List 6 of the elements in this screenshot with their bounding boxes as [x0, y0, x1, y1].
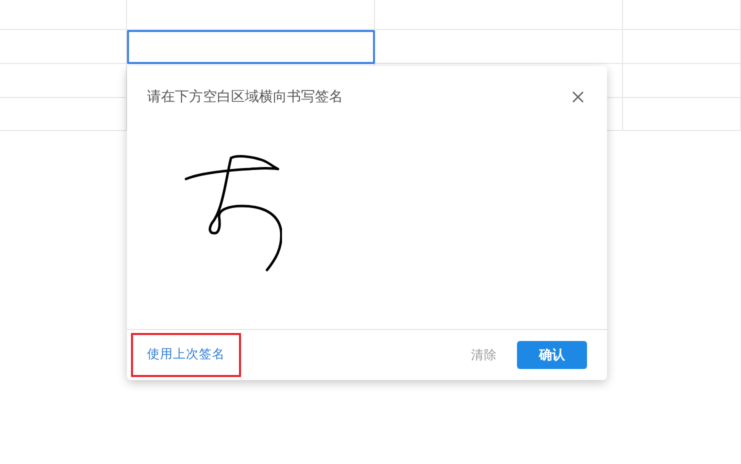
clear-button[interactable]: 清除 [471, 342, 497, 368]
close-icon[interactable] [572, 91, 584, 103]
use-last-signature-link[interactable]: 使用上次签名 [131, 333, 241, 377]
dialog-title: 请在下方空白区域横向书写签名 [147, 88, 343, 106]
table-cell[interactable] [127, 30, 375, 64]
confirm-button[interactable]: 确认 [517, 341, 587, 369]
